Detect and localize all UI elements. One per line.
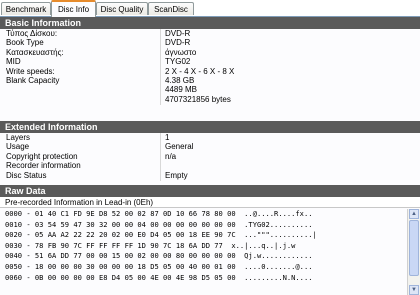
disc-info-panel: Basic Information Τύπος Δίσκου: DVD-R Boo… (0, 17, 420, 295)
scroll-thumb[interactable] (409, 220, 419, 276)
info-value: DVD-R (165, 29, 191, 38)
info-row: Κατασκευαστής: άγνωστο (0, 48, 420, 57)
info-value: n/a (165, 151, 177, 161)
tab-disc-info[interactable]: Disc Info (51, 0, 96, 17)
info-label: Copyright protection (6, 151, 78, 161)
raw-data-header: Raw Data (0, 185, 420, 197)
info-label: Usage (6, 142, 30, 152)
info-value: άγνωστο (165, 47, 197, 57)
extended-info-grid: Layers 1 Usage General Copyright protectio… (0, 133, 420, 181)
info-row: Usage General (0, 142, 420, 151)
info-row: Disc Status Empty (0, 171, 420, 180)
scroll-down-arrow-icon[interactable]: ▼ (409, 285, 419, 295)
hex-line: 0030 - 78 FB 90 7C FF FF FF FF 1D 90 7C … (5, 240, 296, 250)
hex-line: 0000 - 01 40 C1 FD 9E D8 52 00 02 87 0D … (5, 209, 313, 218)
info-row: 4707321856 bytes (0, 95, 420, 104)
info-row: Blank Capacity 4.38 GB (0, 76, 420, 85)
info-row: Write speeds: 2 X - 4 X - 6 X - 8 X (0, 67, 420, 76)
info-label: MID (6, 57, 21, 67)
hex-scrollbar[interactable]: ▲ ▼ (407, 209, 420, 295)
info-row: Book Type DVD-R (0, 38, 420, 47)
info-row: Τύπος Δίσκου: DVD-R (0, 29, 420, 38)
info-value: General (165, 142, 194, 152)
scroll-up-arrow-icon[interactable]: ▲ (409, 209, 419, 219)
hex-line: 0020 - 05 AA A2 22 22 20 02 00 E0 D4 05 … (5, 230, 317, 240)
hex-dump[interactable]: 0000 - 01 40 C1 FD 9E D8 52 00 02 87 0D … (0, 209, 407, 295)
info-label: Layers (6, 133, 31, 142)
basic-info-grid: Τύπος Δίσκου: DVD-R Book Type DVD-R Κατασκ… (0, 29, 420, 105)
basic-info-header: Basic Information (0, 17, 420, 29)
hex-line: 0050 - 18 00 00 00 30 00 00 00 18 D5 05 … (5, 261, 313, 271)
tab-benchmark[interactable]: Benchmark (1, 2, 51, 15)
tab-scandisc[interactable]: ScanDisc (148, 2, 194, 15)
raw-data-title: Pre-recorded Information in Lead-in (0Eh… (0, 197, 420, 208)
info-label: Book Type (6, 38, 44, 48)
hex-line: 0060 - 0B 00 00 00 00 E8 D4 05 00 4E 00 … (5, 272, 313, 282)
info-value: TYG02 (165, 57, 191, 67)
info-value: DVD-R (165, 38, 191, 48)
info-row: Copyright protection n/a (0, 152, 420, 161)
info-value: 2 X - 4 X - 6 X - 8 X (165, 66, 235, 76)
extended-info-header: Extended Information (0, 121, 420, 133)
info-row: Recorder information (0, 161, 420, 170)
info-label: Blank Capacity (6, 75, 60, 85)
info-value: 4707321856 bytes (165, 94, 231, 104)
info-label: Κατασκευαστής: (6, 47, 64, 57)
info-label: Disc Status (6, 170, 47, 180)
info-value: Empty (165, 170, 188, 180)
tab-bar: Benchmark Disc Info Disc Quality ScanDis… (0, 0, 420, 17)
disc-info-window: Benchmark Disc Info Disc Quality ScanDis… (0, 0, 420, 295)
info-value: 4.38 GB (165, 75, 195, 85)
info-label: Write speeds: (6, 66, 55, 76)
info-value: 4489 MB (165, 85, 198, 95)
hex-line: 0040 - 51 6A DD 77 00 00 15 00 02 00 00 … (5, 251, 313, 261)
info-row: Layers 1 (0, 133, 420, 142)
info-label: Τύπος Δίσκου: (6, 29, 58, 38)
info-value: 1 (165, 133, 170, 142)
info-row: MID TYG02 (0, 57, 420, 66)
tab-disc-quality[interactable]: Disc Quality (96, 2, 148, 15)
info-label: Recorder information (6, 161, 81, 171)
info-row: 4489 MB (0, 85, 420, 94)
hex-line: 0010 - 03 54 59 47 30 32 00 00 04 00 00 … (5, 219, 313, 229)
